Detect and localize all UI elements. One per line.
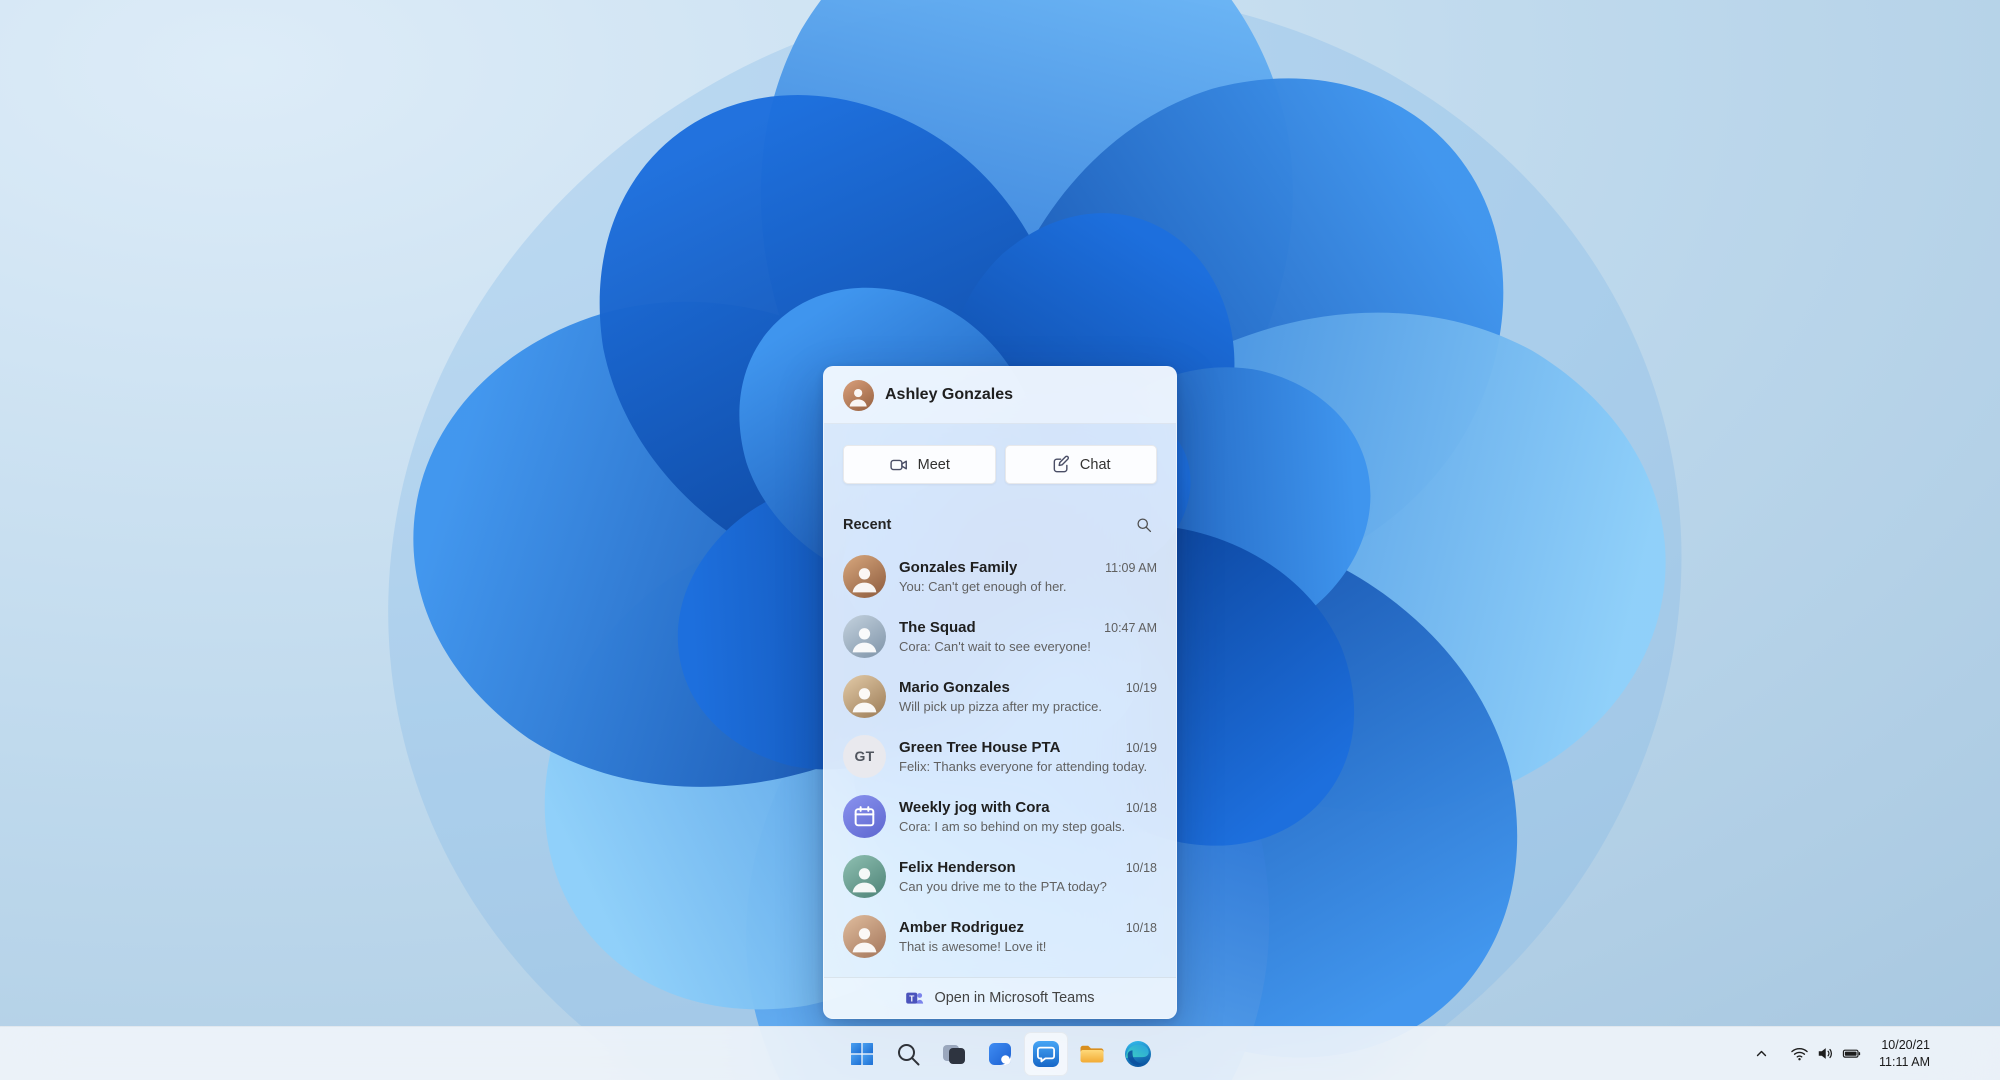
teams-chat-flyout: Ashley Gonzales Meet Chat Recent Gonzale… xyxy=(823,366,1177,1019)
chat-button-taskbar[interactable] xyxy=(1024,1031,1068,1076)
desktop: Ashley Gonzales Meet Chat Recent Gonzale… xyxy=(0,0,2000,1080)
edge-icon xyxy=(1125,1040,1151,1067)
search-icon xyxy=(1137,518,1152,533)
search-icon xyxy=(898,1043,920,1065)
conversation-item[interactable]: Weekly jog with Cora 10/18 Cora: I am so… xyxy=(824,786,1176,846)
flyout-header: Ashley Gonzales xyxy=(824,367,1176,424)
person-icon xyxy=(852,567,877,592)
conversation-name: The Squad xyxy=(899,618,976,636)
conversation-item[interactable]: GT Green Tree House PTA 10/19 Felix: Tha… xyxy=(824,726,1176,786)
conversation-preview: Will pick up pizza after my practice. xyxy=(899,698,1103,714)
conversation-avatar xyxy=(843,674,886,718)
calendar-icon xyxy=(854,805,875,826)
svg-text:T: T xyxy=(910,993,915,1003)
conversation-item[interactable]: The Squad 10:47 AM Cora: Can't wait to s… xyxy=(824,606,1176,666)
conversation-time: 10/19 xyxy=(1125,740,1157,755)
start-button[interactable] xyxy=(840,1032,884,1076)
taskbar: 10/20/21 11:11 AM xyxy=(0,1026,2000,1080)
conversation-avatar xyxy=(843,794,886,838)
conversation-name: Felix Henderson xyxy=(899,858,1016,876)
conversation-time: 10:47 AM xyxy=(1104,620,1157,635)
system-tray: 10/20/21 11:11 AM xyxy=(1745,1027,1936,1080)
conversation-time: 10/18 xyxy=(1125,920,1157,935)
file-explorer-button[interactable] xyxy=(1070,1032,1114,1076)
person-icon xyxy=(849,388,868,407)
person-icon xyxy=(852,927,877,952)
conversation-text: Green Tree House PTA 10/19 Felix: Thanks… xyxy=(899,739,1157,774)
widgets-icon xyxy=(989,1042,1011,1065)
conversation-text: Gonzales Family 11:09 AM You: Can't get … xyxy=(899,559,1157,594)
conversation-time: 10/18 xyxy=(1125,800,1157,815)
conversation-name: Gonzales Family xyxy=(899,558,1018,576)
conversation-avatar-initials: GT xyxy=(843,734,886,778)
battery-icon xyxy=(1842,1049,1861,1058)
conversation-preview: You: Can't get enough of her. xyxy=(899,578,1067,594)
conversation-avatar xyxy=(843,554,886,598)
conversation-name: Amber Rodriguez xyxy=(899,918,1025,936)
widgets-button[interactable] xyxy=(978,1032,1022,1076)
conversation-item[interactable]: Gonzales Family 11:09 AM You: Can't get … xyxy=(824,546,1176,606)
recent-title: Recent xyxy=(843,517,892,533)
file-explorer-icon xyxy=(1080,1045,1104,1062)
open-in-teams-label: Open in Microsoft Teams xyxy=(934,990,1095,1006)
action-buttons: Meet Chat xyxy=(824,424,1176,499)
conversation-preview: That is awesome! Love it! xyxy=(899,938,1047,954)
conversation-preview: Cora: Can't wait to see everyone! xyxy=(899,638,1091,654)
conversation-preview: Can you drive me to the PTA today? xyxy=(899,878,1107,894)
conversation-avatar xyxy=(843,914,886,958)
teams-icon: T xyxy=(906,992,924,1004)
person-icon xyxy=(852,867,877,892)
task-view-button[interactable] xyxy=(932,1032,976,1076)
conversation-avatar xyxy=(843,854,886,898)
chat-icon xyxy=(1033,1040,1059,1067)
search-button[interactable] xyxy=(1131,512,1157,538)
recent-header: Recent xyxy=(824,499,1176,546)
chat-button[interactable]: Chat xyxy=(1004,445,1157,484)
conversation-time: 10/19 xyxy=(1125,680,1157,695)
person-icon xyxy=(852,627,877,652)
wifi-icon xyxy=(1791,1048,1808,1061)
person-icon xyxy=(852,687,877,712)
user-avatar xyxy=(843,379,874,411)
conversation-text: Mario Gonzales 10/19 Will pick up pizza … xyxy=(899,679,1157,714)
compose-icon xyxy=(1053,455,1069,472)
edge-button[interactable] xyxy=(1116,1032,1160,1076)
conversation-text: Amber Rodriguez 10/18 That is awesome! L… xyxy=(899,919,1157,954)
chat-button-label: Chat xyxy=(1079,456,1111,473)
open-in-teams-button[interactable]: T Open in Microsoft Teams xyxy=(824,977,1176,1018)
conversation-text: Felix Henderson 10/18 Can you drive me t… xyxy=(899,859,1157,894)
user-name: Ashley Gonzales xyxy=(885,386,1014,403)
conversation-preview: Cora: I am so behind on my step goals. xyxy=(899,818,1126,834)
conversation-name: Green Tree House PTA xyxy=(899,738,1061,756)
conversation-item[interactable]: Amber Rodriguez 10/18 That is awesome! L… xyxy=(824,906,1176,966)
conversation-time: 10/18 xyxy=(1125,860,1157,875)
meet-button[interactable]: Meet xyxy=(843,445,996,484)
volume-icon xyxy=(1818,1048,1833,1059)
conversation-list: Gonzales Family 11:09 AM You: Can't get … xyxy=(824,546,1176,977)
conversation-preview: Felix: Thanks everyone for attending tod… xyxy=(899,758,1148,774)
chevron-up-icon xyxy=(1756,1050,1767,1057)
clock[interactable]: 10/20/21 11:11 AM xyxy=(1873,1034,1936,1074)
meet-button-label: Meet xyxy=(917,456,950,473)
conversation-item[interactable]: Felix Henderson 10/18 Can you drive me t… xyxy=(824,846,1176,906)
tray-overflow-button[interactable] xyxy=(1745,1034,1778,1074)
clock-time: 11:11 AM xyxy=(1879,1054,1930,1069)
taskbar-center-icons xyxy=(840,1031,1160,1076)
conversation-name: Mario Gonzales xyxy=(899,678,1010,696)
video-camera-icon xyxy=(890,459,907,470)
tray-status-button[interactable] xyxy=(1783,1034,1868,1074)
conversation-avatar xyxy=(843,614,886,658)
task-view-icon xyxy=(943,1044,965,1064)
start-icon xyxy=(851,1042,873,1065)
conversation-item[interactable]: Mario Gonzales 10/19 Will pick up pizza … xyxy=(824,666,1176,726)
clock-date: 10/20/21 xyxy=(1881,1037,1930,1052)
search-button[interactable] xyxy=(886,1032,930,1076)
conversation-text: The Squad 10:47 AM Cora: Can't wait to s… xyxy=(899,619,1157,654)
conversation-time: 11:09 AM xyxy=(1105,560,1157,575)
conversation-name: Weekly jog with Cora xyxy=(899,798,1050,816)
conversation-text: Weekly jog with Cora 10/18 Cora: I am so… xyxy=(899,799,1157,834)
